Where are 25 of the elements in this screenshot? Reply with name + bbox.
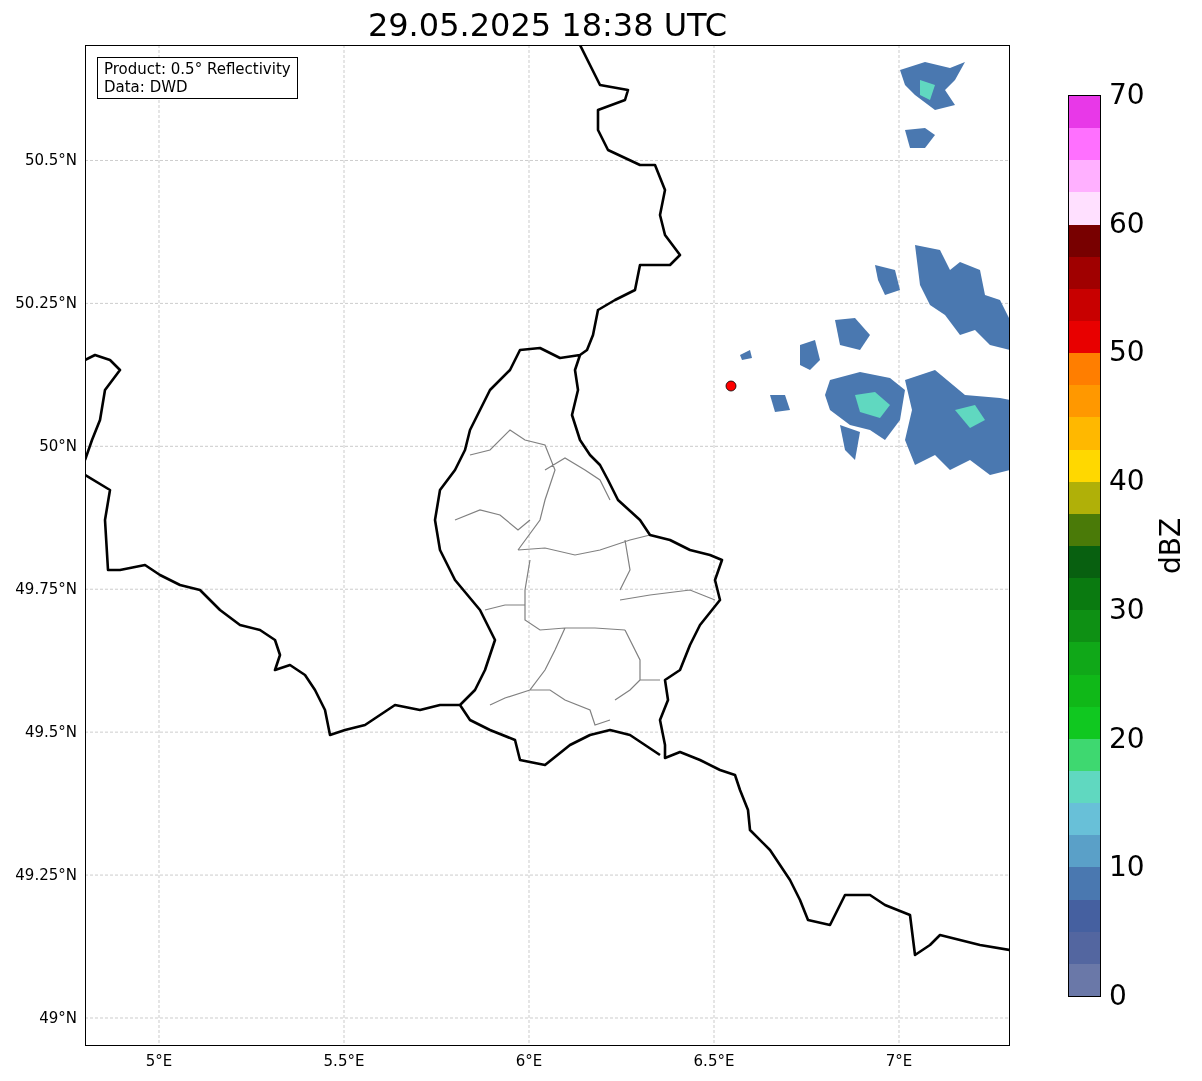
- colorbar-tick-label: 20: [1109, 724, 1145, 753]
- longitude-tick-label: 6°E: [515, 1051, 543, 1072]
- latitude-tick-label: 49.75°N: [15, 578, 77, 600]
- longitude-tick-label: 5°E: [145, 1051, 173, 1072]
- longitude-tick-label: 5.5°E: [323, 1051, 365, 1072]
- latitude-tick-label: 50°N: [39, 436, 77, 458]
- longitude-tick-label: 7°E: [885, 1051, 913, 1072]
- chart-title: 29.05.2025 18:38 UTC: [367, 4, 728, 41]
- latitude-tick-label: 49.5°N: [24, 721, 77, 743]
- info-text: Product: 0.5° Reflectivity: [104, 60, 291, 78]
- colorbar-label: dBZ: [1157, 517, 1185, 575]
- longitude-tick-label: 6.5°E: [693, 1051, 735, 1072]
- latitude-tick-label: 49°N: [39, 1007, 77, 1029]
- latitude-tick-label: 50.25°N: [15, 293, 77, 315]
- colorbar-tick-label: 30: [1109, 595, 1145, 624]
- latitude-tick-label: 49.25°N: [15, 864, 77, 886]
- colorbar-tick-label: 10: [1109, 853, 1145, 882]
- info-text: Data: DWD: [104, 78, 189, 96]
- colorbar-tick-label: 40: [1109, 467, 1145, 496]
- location-marker: [725, 380, 737, 392]
- colorbar-tick-label: 60: [1109, 209, 1145, 238]
- latitude-tick-label: 50.5°N: [24, 150, 77, 172]
- colorbar-tick-label: 70: [1109, 81, 1145, 109]
- colorbar-tick-label: 0: [1109, 982, 1127, 1010]
- colorbar-tick-label: 50: [1109, 338, 1145, 367]
